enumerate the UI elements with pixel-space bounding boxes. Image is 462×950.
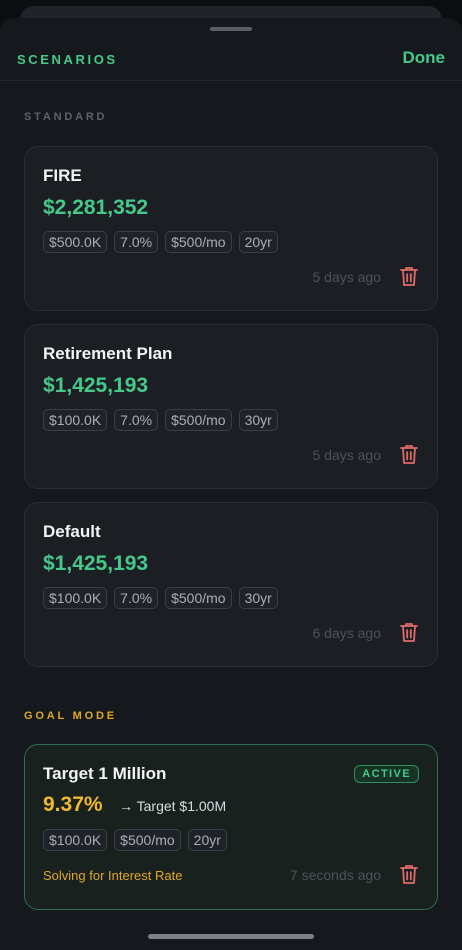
chip-principal: $100.0K	[43, 587, 108, 609]
scenario-card[interactable]: FIRE $2,281,352 $500.0K 7.0% $500/mo 20y…	[24, 146, 438, 311]
trash-icon[interactable]	[399, 863, 419, 885]
chip-principal: $100.0K	[43, 409, 108, 431]
chip-contribution: $500/mo	[165, 231, 232, 253]
goal-name: Target 1 Million	[43, 764, 167, 783]
chip-principal: $100.0K	[43, 829, 108, 851]
scenario-name: FIRE	[43, 166, 82, 185]
section-label-standard: STANDARD	[24, 111, 108, 123]
sheet-grabber[interactable]	[210, 27, 252, 31]
scenario-chips: $100.0K 7.0% $500/mo 30yr	[43, 409, 278, 431]
home-indicator	[148, 934, 314, 939]
scenario-timestamp: 5 days ago	[312, 269, 382, 285]
scenario-value: $2,281,352	[43, 196, 149, 219]
scenario-card[interactable]: Default $1,425,193 $100.0K 7.0% $500/mo …	[24, 502, 438, 667]
sheet-title: SCENARIOS	[17, 52, 118, 67]
sheet-header: SCENARIOS Done	[0, 48, 462, 80]
chip-duration: 30yr	[238, 409, 278, 431]
goal-target: → Target $1.00M	[119, 798, 227, 814]
scenarios-sheet: SCENARIOS Done STANDARD FIRE $2,281,352 …	[0, 18, 462, 950]
trash-icon[interactable]	[399, 265, 419, 287]
chip-principal: $500.0K	[43, 231, 108, 253]
chip-rate: 7.0%	[114, 409, 159, 431]
chip-contribution: $500/mo	[114, 829, 181, 851]
chip-duration: 20yr	[187, 829, 227, 851]
scenario-name: Retirement Plan	[43, 344, 173, 363]
header-divider	[0, 80, 462, 81]
scenario-timestamp: 5 days ago	[312, 447, 382, 463]
done-button[interactable]: Done	[403, 48, 446, 68]
trash-icon[interactable]	[399, 621, 419, 643]
chip-rate: 7.0%	[114, 231, 159, 253]
chip-duration: 30yr	[238, 587, 278, 609]
chip-duration: 20yr	[238, 231, 278, 253]
goal-chips: $100.0K $500/mo 20yr	[43, 829, 227, 851]
scenario-timestamp: 6 days ago	[312, 625, 382, 641]
scenario-value: $1,425,193	[43, 374, 149, 397]
section-label-goal-mode: GOAL MODE	[24, 710, 117, 722]
goal-timestamp: 7 seconds ago	[289, 867, 381, 883]
solving-label: Solving for Interest Rate	[43, 868, 183, 883]
goal-rate: 9.37%	[43, 793, 103, 816]
goal-scenario-card[interactable]: Target 1 Million ACTIVE 9.37% → Target $…	[24, 744, 438, 910]
chip-contribution: $500/mo	[165, 409, 232, 431]
scenario-name: Default	[43, 522, 101, 541]
scenario-chips: $100.0K 7.0% $500/mo 30yr	[43, 587, 278, 609]
scenario-card[interactable]: Retirement Plan $1,425,193 $100.0K 7.0% …	[24, 324, 438, 489]
scenario-value: $1,425,193	[43, 552, 149, 575]
scenario-chips: $500.0K 7.0% $500/mo 20yr	[43, 231, 278, 253]
chip-contribution: $500/mo	[165, 587, 232, 609]
chip-rate: 7.0%	[114, 587, 159, 609]
trash-icon[interactable]	[399, 443, 419, 465]
active-badge: ACTIVE	[354, 765, 419, 783]
